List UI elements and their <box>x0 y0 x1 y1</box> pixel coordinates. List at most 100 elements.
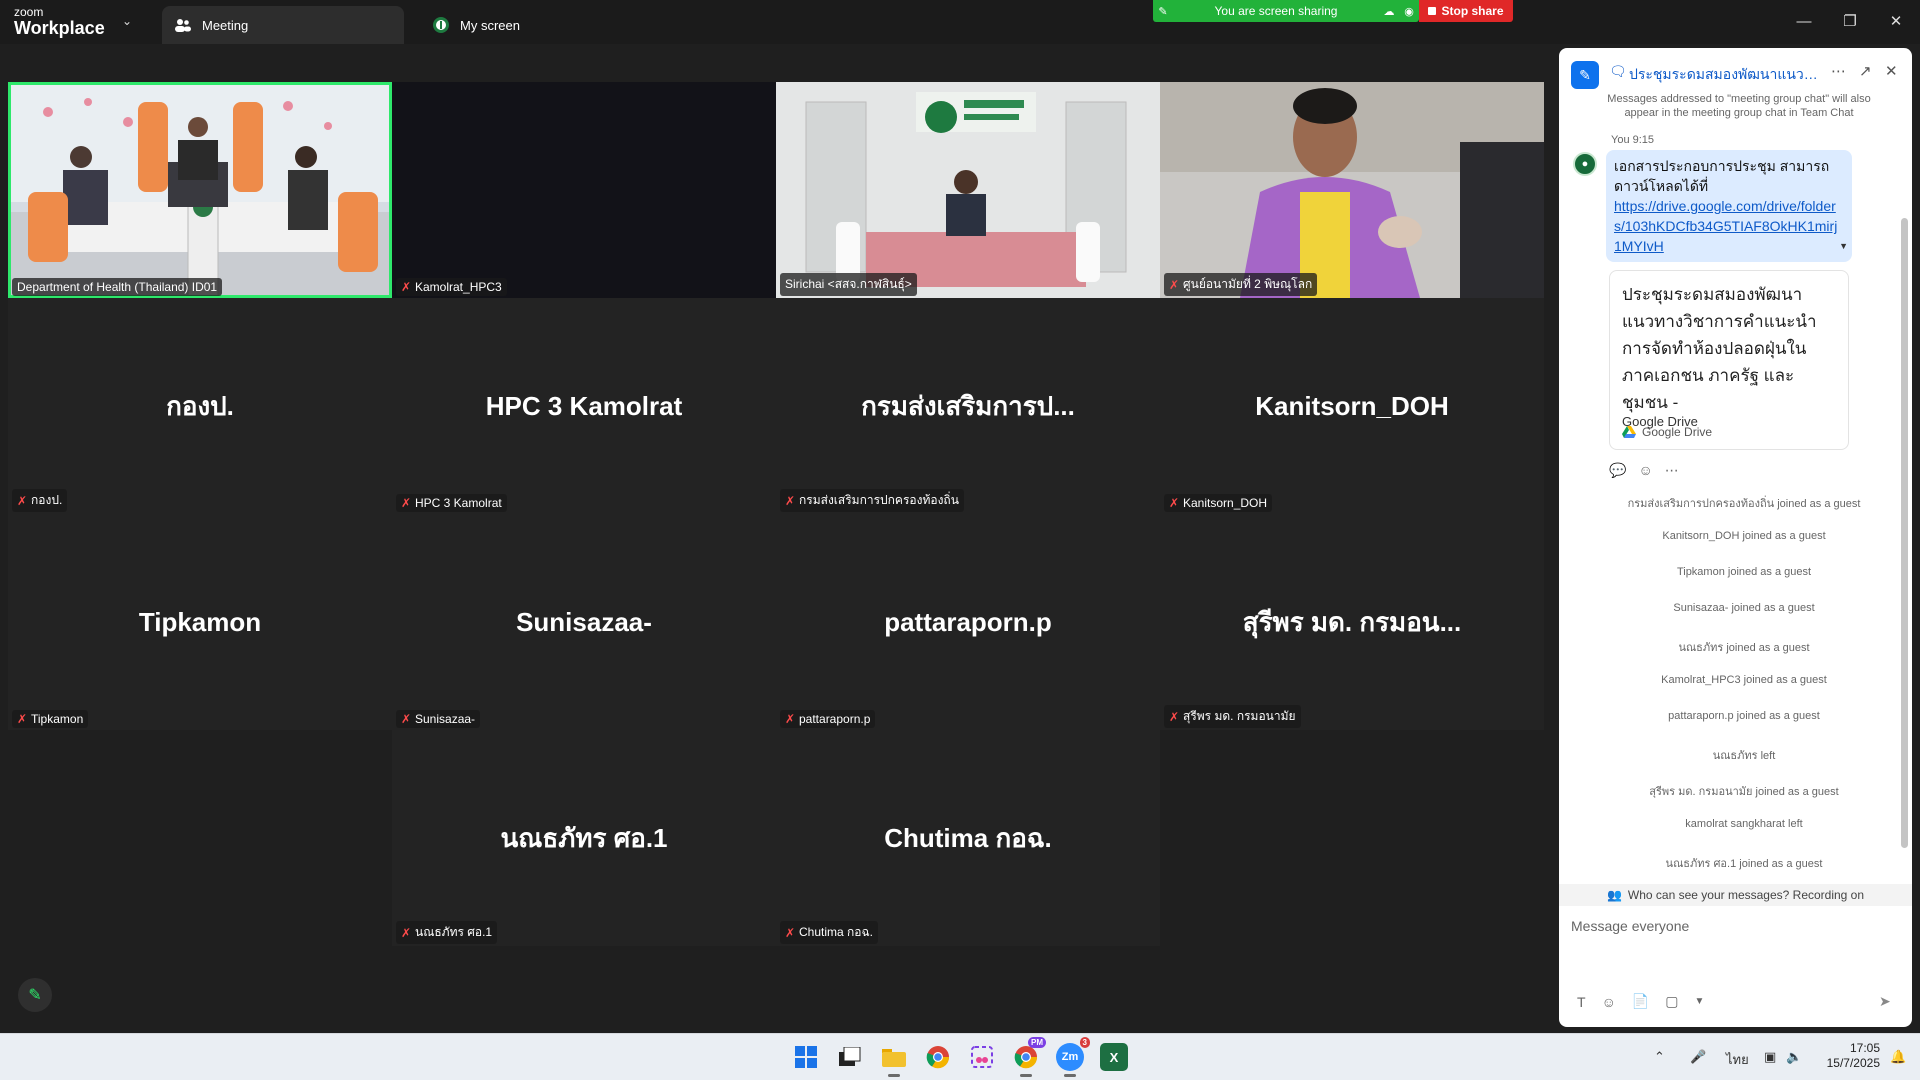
windows-start-icon[interactable] <box>792 1043 820 1071</box>
tab-meeting-label: Meeting <box>202 17 249 33</box>
participant-display-name: สุรีพร มด. กรมอน... <box>1242 606 1462 637</box>
participant-name: ✗ HPC 3 Kamolrat <box>396 494 507 512</box>
mic-muted-icon: ✗ <box>17 493 28 508</box>
message-input[interactable] <box>1571 914 1891 938</box>
video-tile[interactable]: Tipkamon ✗ Tipkamon <box>8 514 392 730</box>
notification-icon[interactable]: 🔔 <box>1890 1049 1906 1065</box>
title-bar: zoom Workplace ⌄ Meeting My screen ✎ You… <box>0 0 1920 44</box>
tab-meeting[interactable]: Meeting <box>162 6 404 44</box>
chevron-down-icon[interactable]: ▼ <box>1695 996 1705 1007</box>
video-tile[interactable]: ✗ Kamolrat_HPC3 <box>392 82 776 298</box>
link-preview-card[interactable]: ประชุมระดมสมองพัฒนาแนวทางวิชาการคำแนะนำก… <box>1609 270 1849 450</box>
chat-bubble-icon: 🗨 <box>1609 63 1627 79</box>
message-text: เอกสารประกอบการประชุม สามารถดาวน์โหลดได้… <box>1614 158 1830 194</box>
excel-icon[interactable]: X <box>1100 1043 1128 1071</box>
emoji-icon[interactable]: ☺ <box>1602 994 1616 1010</box>
expand-chevron-icon[interactable]: ▼ <box>1839 236 1848 256</box>
video-tile[interactable]: ✗ ศูนย์อนามัยที่ 2 พิษณุโลก <box>1160 82 1544 298</box>
more-icon[interactable]: ⋯ <box>1831 62 1846 80</box>
video-tile[interactable]: สุรีพร มด. กรมอน... ✗ สุรีพร มด. กรมอนามั… <box>1160 514 1544 730</box>
video-tile[interactable]: Kanitsorn_DOH ✗ Kanitsorn_DOH <box>1160 298 1544 514</box>
mic-muted-icon: ✗ <box>401 712 412 726</box>
video-tile[interactable]: Sunisazaa- ✗ Sunisazaa- <box>392 514 776 730</box>
send-icon[interactable]: ➤ <box>1879 993 1891 1010</box>
maximize-icon[interactable]: ❐ <box>1830 8 1870 34</box>
clock-date: 15/7/2025 <box>1826 1056 1880 1070</box>
video-tile[interactable]: Chutima กอฉ. ✗ Chutima กอฉ. <box>776 730 1160 946</box>
message-link[interactable]: https://drive.google.com/drive/folders/1… <box>1614 196 1844 256</box>
reply-icon[interactable]: 💬 <box>1609 462 1626 479</box>
participant-name: ✗ Kamolrat_HPC3 <box>396 278 507 296</box>
file-icon[interactable]: 📄 <box>1632 993 1649 1010</box>
participant-name: ✗ กรมส่งเสริมการปกครองท้องถิ่น <box>780 489 964 512</box>
participant-name: Department of Health (Thailand) ID01 <box>12 278 223 296</box>
system-message: Tipkamon joined as a guest <box>1676 566 1812 578</box>
video-tile[interactable]: pattaraporn.p ✗ pattaraporn.p <box>776 514 1160 730</box>
stop-share-button[interactable]: Stop share <box>1419 0 1513 22</box>
new-chat-icon[interactable]: ✎ <box>1571 61 1599 89</box>
tab-my-screen[interactable]: My screen <box>420 6 662 44</box>
chat-title[interactable]: ประชุมระดมสมองพัฒนาแนวทาง... <box>1629 64 1819 86</box>
screenshot-icon[interactable]: ▢ <box>1665 993 1678 1010</box>
close-icon[interactable]: ✕ <box>1876 8 1916 34</box>
chrome-icon[interactable] <box>924 1043 952 1071</box>
mic-muted-icon: ✗ <box>17 712 28 726</box>
network-icon[interactable]: ▣ <box>1764 1049 1776 1065</box>
close-icon[interactable]: ✕ <box>1885 62 1898 80</box>
app-badge: 3 <box>1079 1037 1090 1048</box>
chevron-down-icon[interactable]: ⌄ <box>122 14 132 28</box>
app-badge: PM <box>1028 1037 1046 1048</box>
language-indicator[interactable]: ไทย <box>1726 1049 1749 1070</box>
pin-icon[interactable]: ✎ <box>1153 5 1173 18</box>
participant-name: ✗ นณธภัทร ศอ.1 <box>396 921 498 944</box>
system-message: สุรีพร มด. กรมอนามัย joined as a guest <box>1649 786 1839 798</box>
microphone-icon[interactable]: 🎤 <box>1690 1049 1706 1065</box>
volume-icon[interactable]: 🔈 <box>1786 1049 1802 1065</box>
tab-my-screen-label: My screen <box>460 17 520 33</box>
chat-scrollbar[interactable] <box>1901 218 1908 848</box>
video-tile[interactable]: กรมส่งเสริมการป... ✗ กรมส่งเสริมการปกครอง… <box>776 298 1160 514</box>
people-lock-icon: 👥 <box>1606 888 1622 902</box>
clock[interactable]: 17:05 15/7/2025 <box>1810 1041 1880 1071</box>
file-explorer-icon[interactable] <box>880 1043 908 1077</box>
participant-name: ✗ ศูนย์อนามัยที่ 2 พิษณุโลก <box>1164 273 1318 296</box>
mic-muted-icon: ✗ <box>401 925 412 940</box>
chat-notice: Messages addressed to "meeting group cha… <box>1607 93 1871 119</box>
cloud-icon[interactable]: ☁ <box>1379 5 1399 18</box>
text-format-icon[interactable]: T <box>1577 994 1586 1010</box>
screen-sharing-bar[interactable]: ✎ You are screen sharing ☁ ◉ <box>1153 0 1419 22</box>
participant-display-name: Chutima กอฉ. <box>884 822 1052 853</box>
emoji-reaction-icon[interactable]: ☺ <box>1638 462 1652 479</box>
participant-name: Sirichai <สสจ.กาฬสินธุ์> <box>780 273 917 296</box>
participant-display-name: pattaraporn.p <box>884 606 1052 637</box>
video-tile[interactable]: นณธภัทร ศอ.1 ✗ นณธภัทร ศอ.1 <box>392 730 776 946</box>
message-visibility-info[interactable]: 👥 Who can see your messages? Recording o… <box>1559 884 1912 906</box>
avatar: ● <box>1573 152 1597 176</box>
task-view-icon[interactable] <box>836 1043 864 1071</box>
message-actions: 💬 ☺ ⋯ <box>1609 462 1679 479</box>
participant-name: ✗ Kanitsorn_DOH <box>1164 494 1273 512</box>
video-tile[interactable]: HPC 3 Kamolrat ✗ HPC 3 Kamolrat <box>392 298 776 514</box>
system-message: กรมส่งเสริมการปกครองท้องถิ่น joined as a… <box>1627 498 1861 510</box>
video-tile[interactable]: กองป. ✗ กองป. <box>8 298 392 514</box>
more-icon[interactable]: ⋯ <box>1665 462 1679 479</box>
card-title: ประชุมระดมสมองพัฒนาแนวทางวิชาการคำแนะนำก… <box>1622 285 1817 412</box>
chrome-profile-icon[interactable]: PM <box>1012 1037 1046 1077</box>
mic-muted-icon: ✗ <box>401 280 412 294</box>
system-message: Sunisazaa- joined as a guest <box>1673 602 1815 614</box>
zoom-icon[interactable]: Zm 3 <box>1056 1037 1090 1077</box>
participant-display-name: Sunisazaa- <box>516 606 652 637</box>
annotate-pencil-icon[interactable]: ✎ <box>18 978 52 1012</box>
clock-time: 17:05 <box>1849 1041 1880 1055</box>
snipping-tool-icon[interactable] <box>968 1043 996 1071</box>
video-tile[interactable]: Sirichai <สสจ.กาฬสินธุ์> <box>776 82 1160 298</box>
participant-name: ✗ Chutima กอฉ. <box>780 921 878 944</box>
chevron-up-icon[interactable]: ⌃ <box>1654 1049 1665 1065</box>
chat-panel: ✎ 🗨 ประชุมระดมสมองพัฒนาแนวทาง... ⋯ ↗ ✕ M… <box>1559 48 1912 1027</box>
video-tile[interactable]: Department of Health (Thailand) ID01 <box>8 82 392 298</box>
message-sender-time: You 9:15 <box>1611 134 1655 146</box>
minimize-icon[interactable]: — <box>1784 8 1824 34</box>
pop-out-icon[interactable]: ↗ <box>1859 62 1872 80</box>
shield-icon[interactable]: ◉ <box>1399 5 1419 18</box>
participant-display-name: กองป. <box>166 390 234 421</box>
